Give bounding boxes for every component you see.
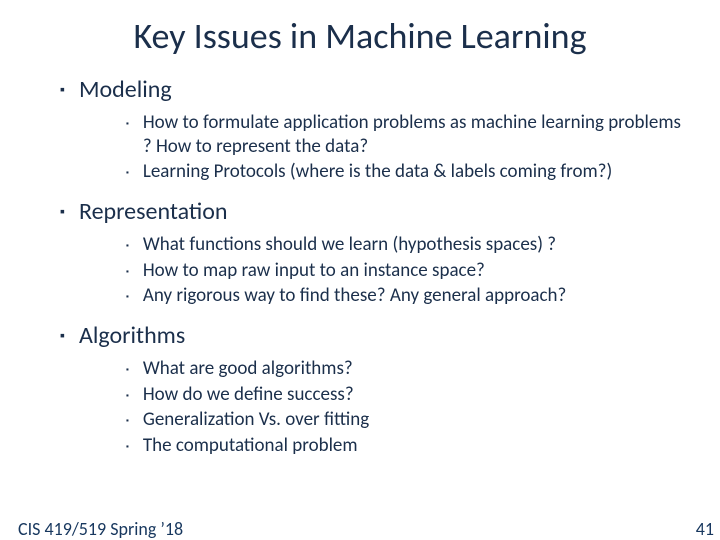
- section-sublist: ▪ How to formulate application problems …: [60, 111, 690, 184]
- section-label: Algorithms: [79, 322, 185, 351]
- bullet-icon: ▪: [126, 241, 129, 251]
- list-item: ▪ Generalization Vs. over fitting: [126, 408, 690, 432]
- footer-page-number: 41: [696, 518, 714, 540]
- slide: Key Issues in Machine Learning ▪ Modelin…: [0, 14, 720, 540]
- bullet-icon: ▪: [60, 328, 65, 345]
- item-text: How to formulate application problems as…: [143, 111, 690, 159]
- list-item: ▪ How do we define success?: [126, 383, 690, 407]
- bullet-icon: ▪: [126, 391, 129, 401]
- item-text: How to map raw input to an instance spac…: [143, 259, 485, 283]
- bullet-icon: ▪: [60, 82, 65, 99]
- section-label: Representation: [79, 198, 228, 227]
- item-text: Generalization Vs. over fitting: [143, 408, 369, 432]
- bullet-icon: ▪: [126, 416, 129, 426]
- bullet-icon: ▪: [126, 168, 129, 178]
- section-label: Modeling: [79, 76, 172, 105]
- list-item: ▪ How to formulate application problems …: [126, 111, 690, 159]
- bullet-icon: ▪: [126, 292, 129, 302]
- footer-course: CIS 419/519 Spring ’18: [18, 518, 183, 540]
- item-text: The computational problem: [143, 434, 358, 458]
- list-item: ▪ The computational problem: [126, 434, 690, 458]
- section-heading: ▪ Algorithms: [60, 322, 690, 351]
- section-heading: ▪ Modeling: [60, 76, 690, 105]
- item-text: What are good algorithms?: [143, 357, 353, 381]
- bullet-icon: ▪: [126, 267, 129, 277]
- bullet-icon: ▪: [126, 365, 129, 375]
- bullet-icon: ▪: [60, 204, 65, 221]
- item-text: How do we define success?: [143, 383, 354, 407]
- item-text: Any rigorous way to find these? Any gene…: [143, 284, 567, 308]
- slide-title: Key Issues in Machine Learning: [0, 14, 720, 58]
- section-sublist: ▪ What functions should we learn (hypoth…: [60, 233, 690, 308]
- slide-content: ▪ Modeling ▪ How to formulate applicatio…: [0, 76, 720, 458]
- bullet-icon: ▪: [126, 119, 129, 129]
- list-item: ▪ Any rigorous way to find these? Any ge…: [126, 284, 690, 308]
- section-heading: ▪ Representation: [60, 198, 690, 227]
- section-sublist: ▪ What are good algorithms? ▪ How do we …: [60, 357, 690, 458]
- list-item: ▪ What are good algorithms?: [126, 357, 690, 381]
- list-item: ▪ How to map raw input to an instance sp…: [126, 259, 690, 283]
- item-text: Learning Protocols (where is the data & …: [143, 160, 612, 184]
- list-item: ▪ Learning Protocols (where is the data …: [126, 160, 690, 184]
- list-item: ▪ What functions should we learn (hypoth…: [126, 233, 690, 257]
- bullet-icon: ▪: [126, 442, 129, 452]
- item-text: What functions should we learn (hypothes…: [143, 233, 556, 257]
